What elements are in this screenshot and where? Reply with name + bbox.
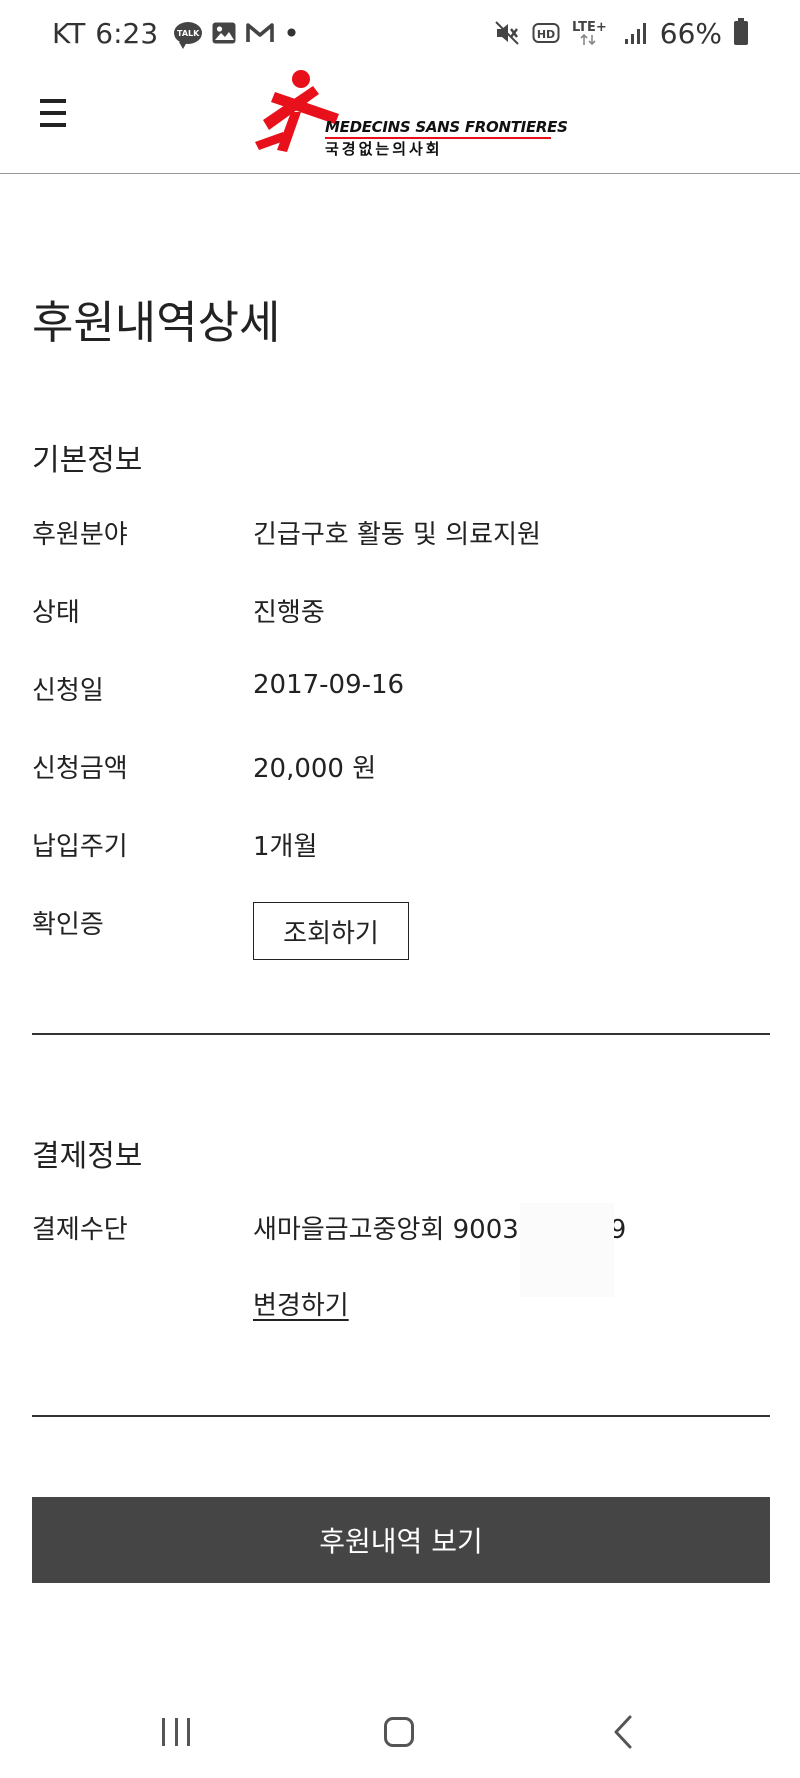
logo-text-english: MEDECINS SANS FRONTIERES	[325, 118, 568, 136]
app-header: MEDECINS SANS FRONTIERES 국경없는의사회	[0, 66, 800, 174]
application-amount-label: 신청금액	[32, 754, 128, 784]
status-bar-right: HD LTE+ 66%	[494, 14, 748, 52]
support-field-label: 후원분야	[32, 520, 128, 550]
page-title: 후원내역상세	[32, 296, 281, 349]
hd-voice-icon: HD	[532, 23, 560, 43]
view-donation-history-button[interactable]: 후원내역 보기	[32, 1497, 770, 1583]
status-bar: KT 6:23 TALK • HD LTE+ 66%	[0, 0, 800, 66]
back-icon[interactable]	[612, 1714, 634, 1750]
battery-icon	[734, 18, 748, 45]
payment-cycle-value: 1개월	[253, 832, 318, 862]
section-divider	[32, 1415, 770, 1417]
lte-plus-icon: LTE+	[572, 20, 607, 46]
network-type-text: LTE+	[572, 20, 607, 35]
gallery-icon	[212, 22, 236, 44]
home-icon[interactable]	[384, 1717, 414, 1747]
certificate-label: 확인증	[32, 910, 104, 940]
support-field-value: 긴급구호 활동 및 의료지원	[253, 520, 541, 550]
gmail-icon	[246, 23, 274, 42]
section-divider	[32, 1033, 770, 1035]
signal-icon	[624, 23, 646, 44]
msf-logo[interactable]: MEDECINS SANS FRONTIERES 국경없는의사회	[253, 68, 568, 168]
recent-apps-icon[interactable]	[162, 1718, 190, 1746]
kakaotalk-icon: TALK	[174, 22, 203, 49]
change-payment-method-link[interactable]: 변경하기	[253, 1285, 349, 1322]
payment-method-label: 결제수단	[32, 1215, 128, 1245]
more-notifications-dot: •	[283, 16, 300, 50]
application-date-label: 신청일	[32, 676, 104, 706]
carrier-label: KT	[52, 16, 86, 50]
status-label: 상태	[32, 598, 80, 628]
notification-icons: TALK •	[174, 17, 300, 50]
application-date-value: 2017-09-16	[253, 670, 405, 700]
status-value: 진행중	[253, 598, 325, 628]
masked-account-number	[520, 1203, 614, 1297]
svg-text:HD: HD	[537, 28, 555, 41]
logo-text-korean: 국경없는의사회	[325, 140, 443, 158]
battery-percent: 66%	[659, 16, 722, 50]
hamburger-menu-icon[interactable]	[40, 99, 70, 127]
navigation-bar	[0, 1680, 800, 1778]
application-amount-value: 20,000 원	[253, 754, 377, 784]
basic-info-section-title: 기본정보	[32, 443, 143, 478]
payment-cycle-label: 납입주기	[32, 832, 128, 862]
talk-icon-label: TALK	[177, 28, 200, 38]
clock: 6:23	[95, 16, 159, 50]
payment-info-section-title: 결제정보	[32, 1139, 143, 1174]
mute-icon	[495, 21, 519, 45]
view-certificate-button[interactable]: 조회하기	[253, 902, 409, 960]
status-bar-left: KT 6:23 TALK •	[52, 14, 300, 52]
